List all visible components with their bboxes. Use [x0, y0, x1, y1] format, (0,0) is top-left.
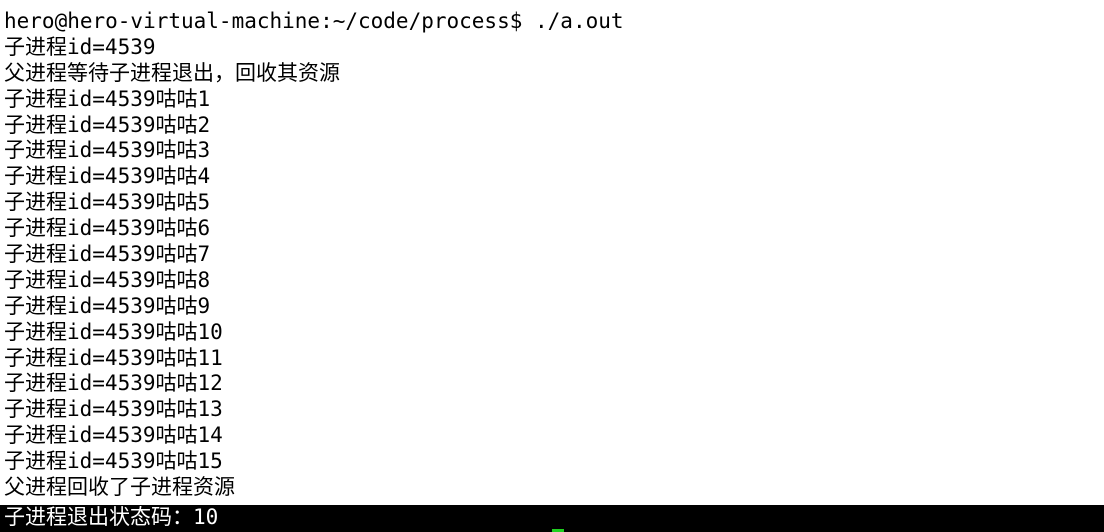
- output-line: 子进程id=4539咕咕7: [4, 242, 211, 267]
- output-line: 子进程id=4539: [4, 34, 156, 59]
- highlighted-output-line: 子进程退出状态码：10: [4, 505, 219, 529]
- output-line: 父进程等待子进程退出，回收其资源: [4, 60, 340, 85]
- output-line: 子进程id=4539咕咕15: [4, 449, 223, 474]
- output-line: 子进程id=4539咕咕2: [4, 112, 211, 137]
- terminal-window[interactable]: hero@hero-virtual-machine:~/code/process…: [0, 0, 1104, 532]
- output-line: 父进程回收了子进程资源: [4, 475, 235, 500]
- output-line: 子进程id=4539咕咕6: [4, 216, 211, 241]
- output-line: 子进程id=4539咕咕1: [4, 86, 211, 111]
- output-line: 子进程id=4539咕咕14: [4, 423, 223, 448]
- output-line: 子进程id=4539咕咕11: [4, 345, 223, 370]
- command-prompt-line: hero@hero-virtual-machine:~/code/process…: [4, 9, 624, 33]
- output-line: 子进程id=4539咕咕3: [4, 138, 211, 163]
- output-line: 子进程id=4539咕咕12: [4, 371, 223, 396]
- output-line: 子进程id=4539咕咕9: [4, 293, 211, 318]
- output-line: 子进程id=4539咕咕13: [4, 397, 223, 422]
- output-line: 子进程id=4539咕咕4: [4, 164, 211, 189]
- terminal-output: hero@hero-virtual-machine:~/code/process…: [4, 9, 1104, 501]
- output-line: 子进程id=4539咕咕5: [4, 190, 211, 215]
- output-line: 子进程id=4539咕咕10: [4, 319, 223, 344]
- output-line: 子进程id=4539咕咕8: [4, 267, 211, 292]
